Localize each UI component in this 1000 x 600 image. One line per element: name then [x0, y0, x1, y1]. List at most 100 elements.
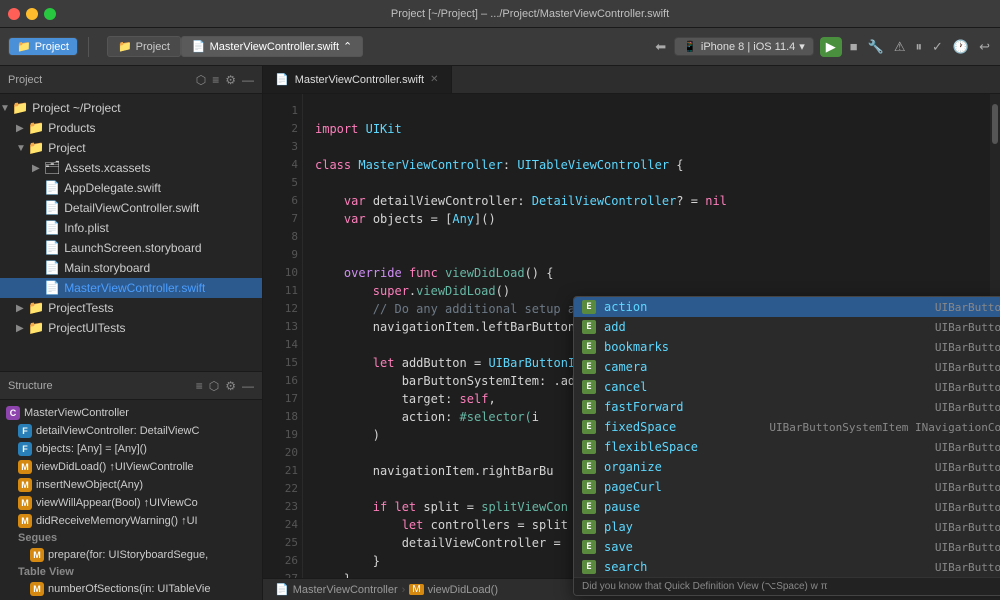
autocomplete-item[interactable]: EcameraUIBarButtonSystemItem	[574, 357, 1000, 377]
build-icon[interactable]: 🔧	[868, 39, 884, 55]
struct-item[interactable]: MviewDidLoad() ↑UIViewControlle	[0, 458, 262, 476]
tab-close-icon[interactable]: ✕	[430, 74, 438, 85]
tree-item[interactable]: 📄Main.storyboard	[0, 258, 262, 278]
autocomplete-item[interactable]: EfixedSpaceUIBarButtonSystemItem INaviga…	[574, 417, 1000, 437]
main-layout: Project ⬡ ≡ ⚙ — ▼📁Project ~/Project▶📁Pro…	[0, 66, 1000, 600]
swift-file-icon: 📄	[192, 40, 206, 53]
code-line[interactable]	[315, 246, 988, 264]
struct-sort-icon[interactable]: ≡	[196, 379, 203, 393]
ac-badge: E	[582, 300, 596, 314]
code-line[interactable]	[315, 138, 988, 156]
ac-keyword: save	[604, 540, 927, 554]
back-icon[interactable]: ⬅	[655, 39, 666, 55]
autocomplete-item[interactable]: EpageCurlUIBarButtonSystemItem	[574, 477, 1000, 497]
struct-item[interactable]: CMasterViewController	[0, 404, 262, 422]
tree-item[interactable]: ▼📁Project ~/Project	[0, 98, 262, 118]
struct-item[interactable]: MnumberOfSections(in: UITableVie	[0, 580, 262, 598]
tree-item[interactable]: ▶🗂Assets.xcassets	[0, 158, 262, 178]
navigator-filter-icon[interactable]: ⬡	[196, 73, 206, 87]
breadcrumb-project[interactable]: 📁 Project	[107, 36, 181, 57]
device-selector[interactable]: 📱 iPhone 8 | iOS 11.4 ▾	[674, 37, 814, 56]
line-number: 12	[267, 300, 298, 318]
autocomplete-item[interactable]: EflexibleSpaceUIBarButtonSystemItem	[574, 437, 1000, 457]
code-line[interactable]: override func viewDidLoad() {	[315, 264, 988, 282]
autocomplete-item[interactable]: EorganizeUIBarButtonSystemItem	[574, 457, 1000, 477]
struct-item[interactable]: Table View	[0, 564, 262, 580]
code-line[interactable]	[315, 228, 988, 246]
clock-icon[interactable]: 🕐	[953, 39, 969, 55]
struct-item[interactable]: Fobjects: [Any] = [Any]()	[0, 440, 262, 458]
undo-icon[interactable]: ↩	[979, 39, 990, 55]
check-icon[interactable]: ✓	[932, 39, 943, 55]
toolbar-separator	[88, 37, 89, 57]
tree-label: MasterViewController.swift	[64, 281, 205, 295]
file-icon: 📁	[28, 140, 44, 156]
project-nav-button[interactable]: 📁 Project	[8, 37, 78, 56]
tree-item[interactable]: 📄Info.plist	[0, 218, 262, 238]
navigator-sort-icon[interactable]: ≡	[212, 73, 219, 87]
struct-filter-icon[interactable]: ⬡	[209, 379, 219, 393]
struct-item[interactable]: MdidReceiveMemoryWarning() ↑UI	[0, 512, 262, 530]
maximize-button[interactable]	[44, 8, 56, 20]
tree-item[interactable]: ▶📁ProjectUITests	[0, 318, 262, 338]
tree-item[interactable]: 📄MasterViewController.swift	[0, 278, 262, 298]
tree-arrow-icon: ▶	[16, 303, 28, 314]
ac-type: UIBarButtonSystemItem	[935, 381, 1000, 394]
tree-label: Products	[48, 121, 95, 135]
struct-item[interactable]: Segues	[0, 530, 262, 546]
autocomplete-item[interactable]: EbookmarksUIBarButtonSystemItem	[574, 337, 1000, 357]
minimize-button[interactable]	[26, 8, 38, 20]
line-number: 23	[267, 498, 298, 516]
autocomplete-item[interactable]: EpauseUIBarButtonSystemItem	[574, 497, 1000, 517]
tree-item[interactable]: ▶📁ProjectTests	[0, 298, 262, 318]
autocomplete-dropdown[interactable]: EactionUIBarButtonSystemItemEaddUIBarBut…	[573, 296, 1000, 596]
warning-icon[interactable]: ⚠	[894, 39, 906, 55]
tree-item[interactable]: 📄DetailViewController.swift	[0, 198, 262, 218]
tree-arrow-icon: ▼	[0, 103, 12, 114]
breadcrumb-close-icon[interactable]: ⌃	[343, 40, 352, 53]
struct-item[interactable]: MinsertNewObject(Any)	[0, 476, 262, 494]
scrollbar-thumb[interactable]	[992, 104, 998, 144]
close-button[interactable]	[8, 8, 20, 20]
pause-icon[interactable]: ⏸	[916, 39, 923, 55]
ac-type: UIBarButtonSystemItem	[935, 361, 1000, 374]
autocomplete-item[interactable]: EplayUIBarButtonSystemItem	[574, 517, 1000, 537]
struct-close-icon[interactable]: —	[242, 379, 254, 393]
line-number: 2	[267, 120, 298, 138]
code-line[interactable]: import UIKit	[315, 120, 988, 138]
code-line[interactable]: var objects = [Any]()	[315, 210, 988, 228]
breadcrumb-file[interactable]: 📄 MasterViewController.swift ⌃	[181, 36, 363, 57]
stop-button[interactable]: ■	[850, 39, 858, 54]
autocomplete-hint: Did you know that Quick Definition View …	[574, 577, 1000, 595]
ac-badge: E	[582, 460, 596, 474]
navigator-settings-icon[interactable]: ⚙	[225, 73, 236, 87]
struct-item[interactable]: Mprepare(for: UIStoryboardSegue,	[0, 546, 262, 564]
tree-item[interactable]: 📄AppDelegate.swift	[0, 178, 262, 198]
code-line[interactable]: class MasterViewController: UITableViewC…	[315, 156, 988, 174]
breadcrumb-separator: ›	[402, 584, 406, 596]
line-number: 18	[267, 408, 298, 426]
autocomplete-item[interactable]: EsearchUIBarButtonSystemItem	[574, 557, 1000, 577]
navigator-close-icon[interactable]: —	[242, 73, 254, 87]
struct-item[interactable]: MviewWillAppear(Bool) ↑UIViewCo	[0, 494, 262, 512]
tree-item[interactable]: ▶📁Products	[0, 118, 262, 138]
code-line[interactable]	[315, 102, 988, 120]
bottom-class-name[interactable]: MasterViewController	[293, 584, 398, 596]
autocomplete-item[interactable]: EcancelUIBarButtonSystemItem	[574, 377, 1000, 397]
ac-keyword: search	[604, 560, 927, 574]
struct-label: MasterViewController	[24, 407, 129, 419]
autocomplete-item[interactable]: EfastForwardUIBarButtonSystemItem	[574, 397, 1000, 417]
autocomplete-item[interactable]: EactionUIBarButtonSystemItem	[574, 297, 1000, 317]
autocomplete-item[interactable]: EsaveUIBarButtonSystemItem	[574, 537, 1000, 557]
tree-item[interactable]: ▼📁Project	[0, 138, 262, 158]
line-number: 17	[267, 390, 298, 408]
tree-item[interactable]: 📄LaunchScreen.storyboard	[0, 238, 262, 258]
struct-settings-icon[interactable]: ⚙	[225, 379, 236, 393]
editor-tab-masterviewcontroller[interactable]: 📄 MasterViewController.swift ✕	[263, 66, 452, 93]
bottom-method-name[interactable]: viewDidLoad()	[428, 584, 498, 596]
autocomplete-item[interactable]: EaddUIBarButtonSystemItem	[574, 317, 1000, 337]
code-line[interactable]: var detailViewController: DetailViewCont…	[315, 192, 988, 210]
code-line[interactable]	[315, 174, 988, 192]
struct-item[interactable]: FdetailViewController: DetailViewC	[0, 422, 262, 440]
run-button[interactable]: ▶	[820, 37, 842, 57]
